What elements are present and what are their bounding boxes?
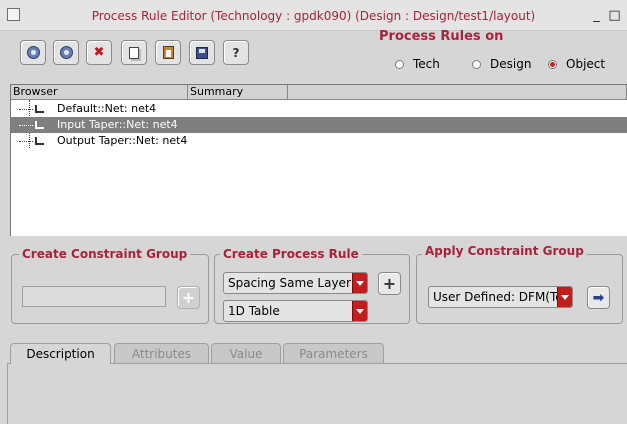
radio-design[interactable]: Design [472, 57, 531, 71]
tab-description[interactable]: Description [10, 343, 111, 364]
radio-tech[interactable]: Tech [395, 57, 440, 71]
column-header-filler [288, 85, 627, 100]
title-bar: Process Rule Editor (Technology : gpdk09… [0, 0, 627, 31]
chevron-down-icon[interactable] [352, 273, 367, 293]
tree-row-label: Input Taper::Net: net4 [57, 118, 178, 131]
minimize-button[interactable]: _ [588, 6, 605, 25]
paste-button[interactable] [155, 40, 181, 65]
delete-icon: ✖ [93, 45, 105, 60]
apply-constraint-group-title: Apply Constraint Group [422, 244, 587, 258]
constraint-group-select[interactable]: User Defined: DFM(Te [428, 286, 573, 308]
arrow-down-icon [59, 46, 73, 59]
radio-indicator-selected[interactable] [548, 59, 557, 69]
arrow-up-icon [26, 46, 40, 59]
add-process-rule-button[interactable]: + [378, 272, 401, 295]
save-button[interactable] [189, 40, 215, 65]
radio-object-label: Object [566, 57, 606, 71]
tree-row[interactable]: Default::Net: net4 [11, 101, 627, 117]
tree-row-label: Default::Net: net4 [57, 102, 157, 115]
net-icon [35, 105, 44, 113]
copy-button[interactable] [121, 40, 147, 65]
radio-object[interactable]: Object [548, 57, 605, 71]
tree-row[interactable]: Output Taper::Net: net4 [11, 133, 627, 149]
plus-icon: + [181, 288, 196, 307]
chevron-down-icon[interactable] [557, 287, 572, 307]
apply-constraint-group-button[interactable]: ➡ [587, 286, 610, 309]
radio-indicator[interactable] [395, 59, 404, 69]
browser-tree[interactable]: Browser Summary Default::Net: net4 Input… [10, 84, 627, 236]
maximize-button[interactable]: □ [606, 6, 623, 25]
help-button[interactable]: ? [223, 40, 249, 65]
net-icon [35, 137, 44, 145]
tab-parameters[interactable]: Parameters [283, 343, 384, 363]
move-down-button[interactable] [53, 40, 79, 65]
rule-type-value: Spacing Same Layer [228, 276, 351, 290]
constraint-group-value: User Defined: DFM(Te [433, 290, 563, 304]
arrow-right-icon: ➡ [592, 289, 605, 306]
tab-value[interactable]: Value [211, 343, 281, 363]
rule-type-select[interactable]: Spacing Same Layer [223, 272, 368, 294]
window-title: Process Rule Editor (Technology : gpdk09… [91, 9, 536, 23]
table-type-select[interactable]: 1D Table [223, 300, 368, 322]
radio-tech-label: Tech [413, 57, 440, 71]
move-up-button[interactable] [20, 40, 46, 65]
tree-row-label: Output Taper::Net: net4 [57, 134, 188, 147]
table-type-value: 1D Table [228, 304, 280, 318]
column-header-browser[interactable]: Browser [11, 85, 188, 100]
plus-icon: + [382, 274, 397, 293]
create-process-rule-title: Create Process Rule [220, 247, 362, 261]
process-rules-on-title: Process Rules on [379, 29, 504, 44]
delete-button[interactable]: ✖ [86, 40, 112, 65]
tab-attributes[interactable]: Attributes [114, 343, 209, 363]
net-icon [35, 121, 44, 129]
save-icon [196, 46, 208, 59]
paste-icon [162, 46, 174, 59]
tab-content-panel [7, 363, 627, 424]
radio-indicator[interactable] [472, 59, 481, 69]
column-header-summary[interactable]: Summary [188, 85, 288, 100]
tree-row-selected[interactable]: Input Taper::Net: net4 [11, 117, 627, 133]
create-constraint-group-title: Create Constraint Group [19, 247, 191, 261]
constraint-group-name-input[interactable] [22, 286, 166, 307]
help-icon: ? [232, 45, 240, 60]
chevron-down-icon[interactable] [352, 301, 367, 321]
add-constraint-group-button[interactable]: + [177, 286, 200, 309]
radio-design-label: Design [490, 57, 532, 71]
copy-icon [129, 46, 139, 59]
